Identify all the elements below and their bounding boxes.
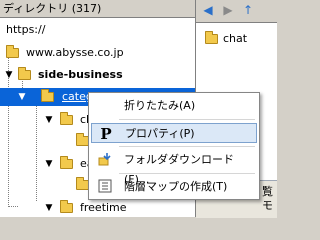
- tree-node-label: https://: [6, 23, 46, 36]
- up-icon[interactable]: ↑: [240, 3, 256, 18]
- menu-item-collapse[interactable]: 折りたたみ(A): [91, 96, 257, 116]
- tree-node-site[interactable]: ▼ side-business: [0, 66, 195, 84]
- tree-node-freetime[interactable]: ▼ freetime: [0, 199, 195, 217]
- panel-text: モ: [262, 199, 273, 212]
- tree-node-label: side-business: [38, 68, 123, 81]
- download-icon: [97, 152, 113, 168]
- folder-icon: [60, 156, 73, 169]
- tree-node-label: freetime: [80, 201, 127, 214]
- tree-node-root[interactable]: https://: [0, 21, 195, 39]
- folder-icon: [205, 31, 218, 44]
- folder-icon: [60, 112, 73, 125]
- file-item-label: chat: [223, 32, 248, 45]
- menu-separator: [119, 173, 255, 174]
- folder-icon: [6, 45, 19, 58]
- map-icon: [97, 179, 113, 195]
- navigation-toolbar: ◀ ▶ ↑: [196, 0, 277, 23]
- expanded-triangle-icon[interactable]: ▼: [17, 88, 27, 106]
- directory-header: ディレクトリ (317): [0, 0, 195, 18]
- back-icon[interactable]: ◀: [200, 3, 216, 18]
- expanded-triangle-icon[interactable]: ▼: [44, 199, 54, 217]
- expanded-triangle-icon[interactable]: ▼: [4, 66, 14, 84]
- forward-icon[interactable]: ▶: [220, 3, 236, 18]
- menu-item-label: 折りたたみ(A): [124, 99, 196, 112]
- folder-open-icon: [41, 89, 54, 102]
- folder-icon: [18, 67, 31, 80]
- menu-item-properties[interactable]: P プロパティ(P): [91, 123, 257, 143]
- properties-icon: P: [100, 125, 112, 143]
- expanded-triangle-icon[interactable]: ▼: [44, 155, 54, 173]
- tree-node-label: www.abysse.co.jp: [26, 46, 124, 59]
- folder-icon: [60, 200, 73, 213]
- menu-item-label: プロパティ(P): [125, 127, 195, 140]
- menu-item-label: 階層マップの作成(T): [124, 180, 228, 193]
- menu-item-create-map[interactable]: 階層マップの作成(T): [91, 177, 257, 197]
- menu-separator: [119, 146, 255, 147]
- tree-node-domain[interactable]: www.abysse.co.jp: [0, 44, 195, 62]
- menu-separator: [119, 119, 255, 120]
- context-menu[interactable]: 折りたたみ(A) P プロパティ(P) フォルダダウンロード(F)... 階層マ…: [88, 92, 260, 200]
- menu-item-folder-download[interactable]: フォルダダウンロード(F)...: [91, 150, 257, 186]
- expanded-triangle-icon[interactable]: ▼: [44, 111, 54, 129]
